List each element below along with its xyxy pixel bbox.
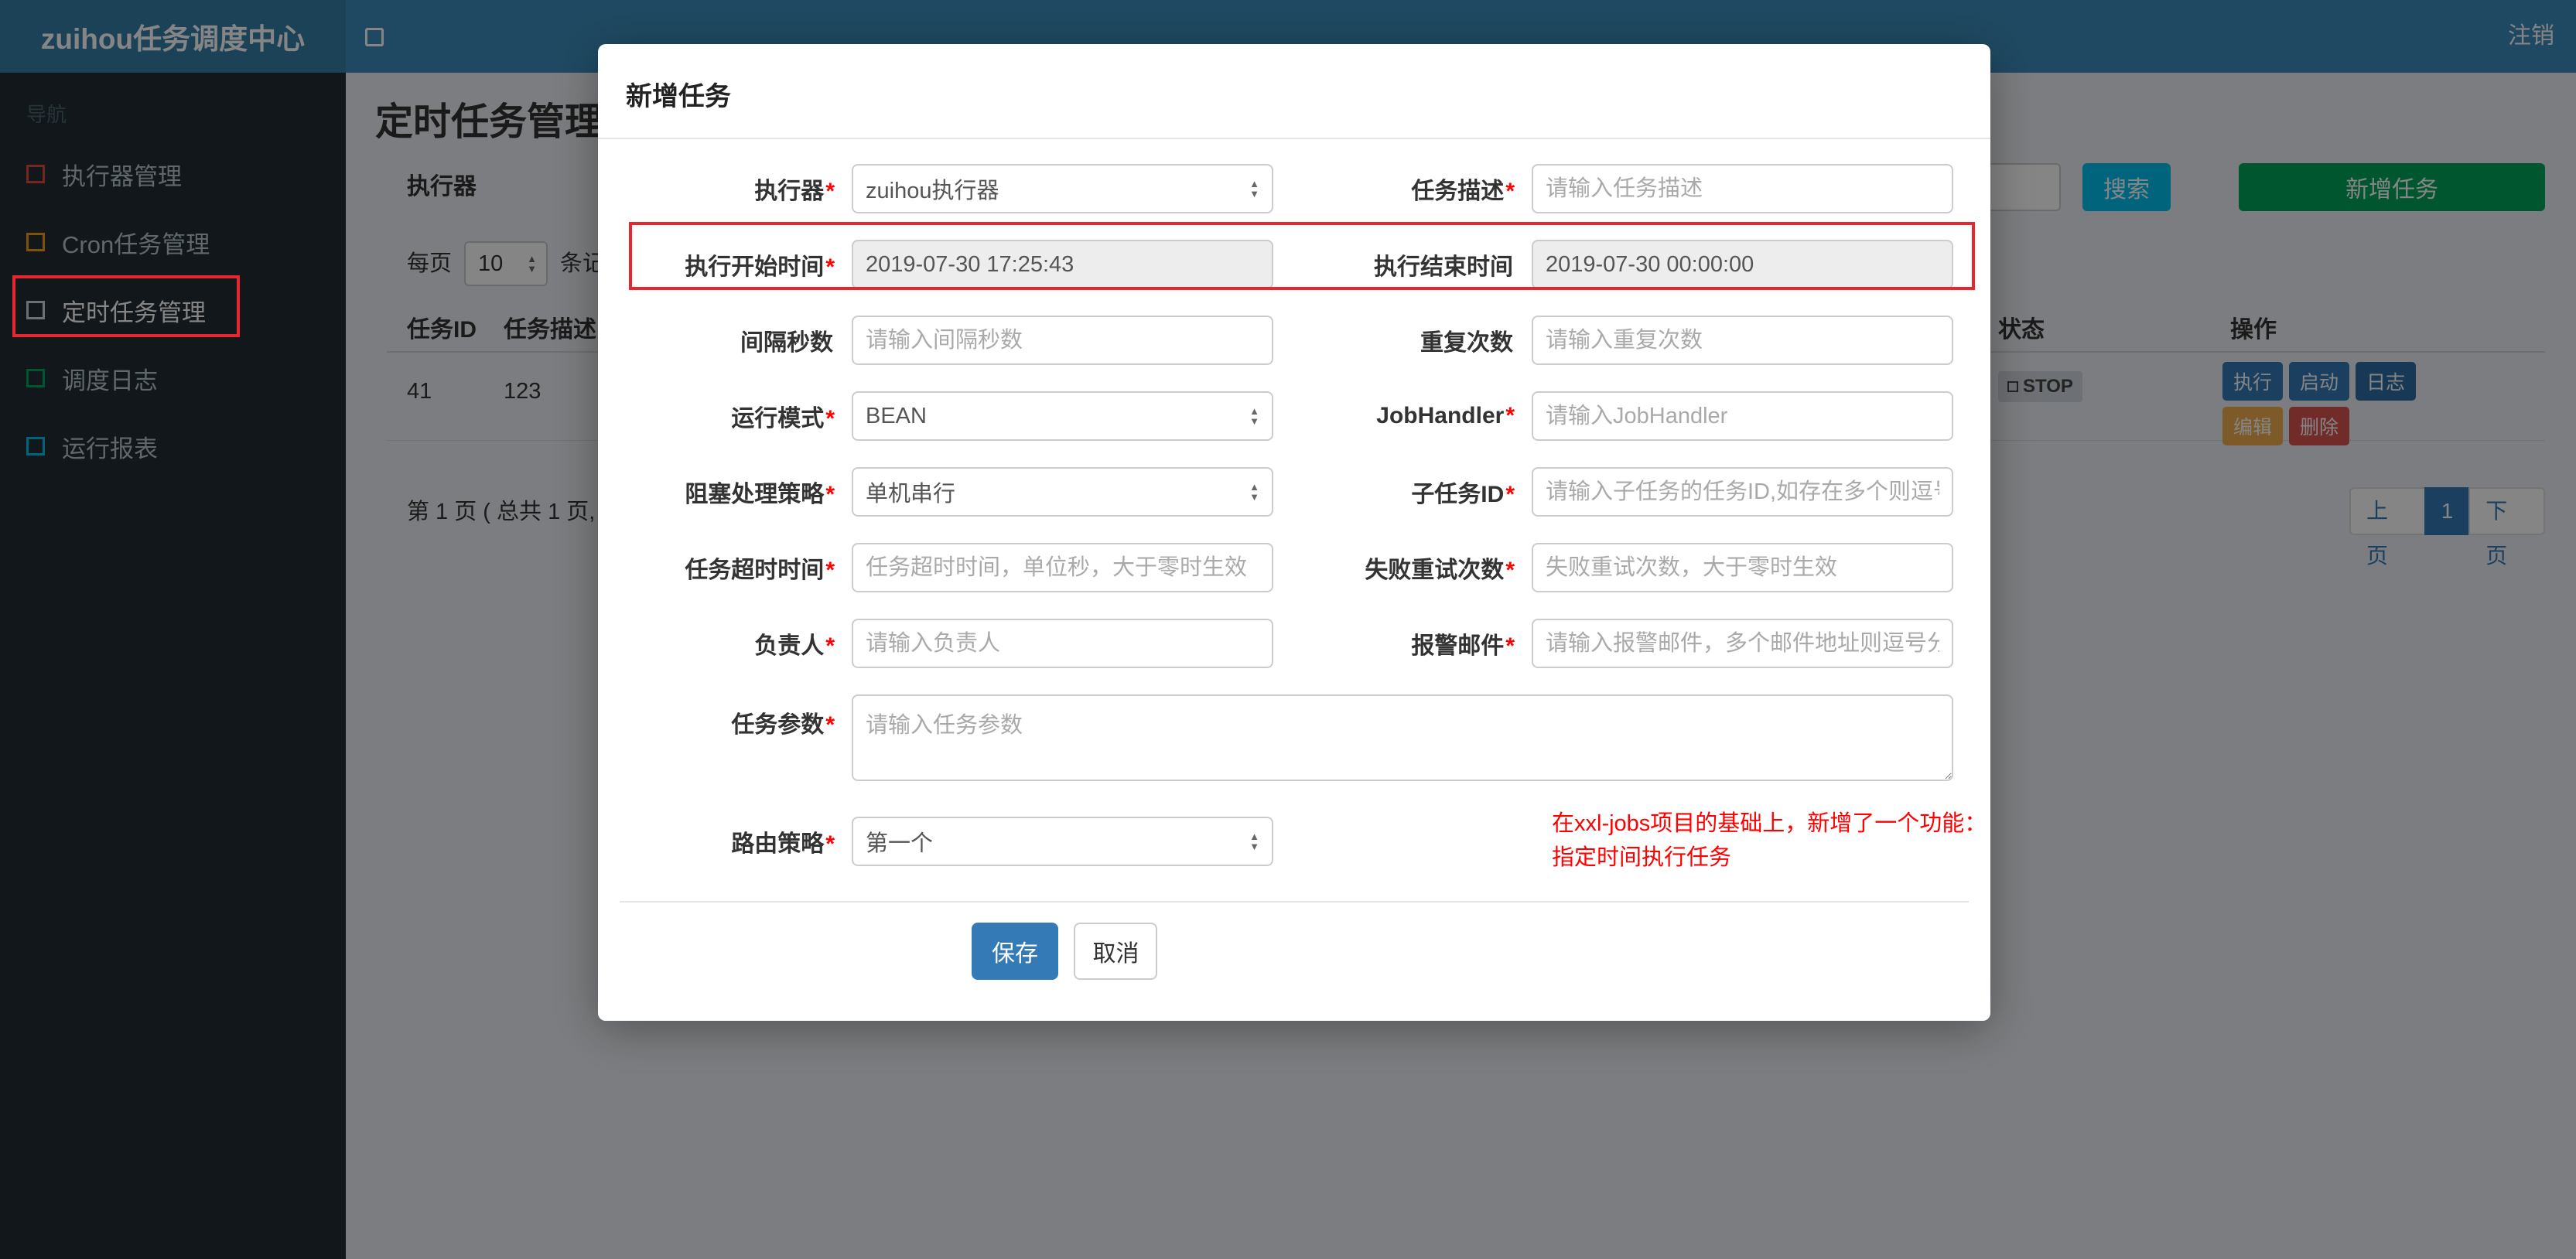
job-handler-input[interactable]	[1532, 391, 1953, 441]
required-asterisk: *	[1505, 482, 1515, 507]
block-strategy-select[interactable]: 单机串行	[852, 467, 1273, 517]
required-asterisk: *	[825, 633, 835, 659]
start-time-input[interactable]	[852, 240, 1273, 289]
required-asterisk: *	[825, 254, 835, 280]
feature-note: 在xxl-jobs项目的基础上，新增了一个功能： 指定时间执行任务	[1532, 807, 1987, 875]
form-row: 执行器* zuihou执行器 任务描述*	[620, 164, 1969, 213]
select-caret-icon	[1249, 406, 1259, 426]
start-time-label: 执行开始时间*	[685, 254, 835, 280]
form-row: 任务参数*	[620, 694, 1969, 781]
fail-retry-input[interactable]	[1532, 543, 1953, 592]
job-handler-label: JobHandler*	[1376, 403, 1515, 428]
form-row: 阻塞处理策略* 单机串行 子任务ID*	[620, 467, 1969, 517]
alarm-email-input[interactable]	[1532, 619, 1953, 668]
required-asterisk: *	[825, 558, 835, 583]
timeout-input[interactable]	[852, 543, 1273, 592]
form-row: 间隔秒数 重复次数	[620, 316, 1969, 365]
required-asterisk: *	[825, 179, 835, 204]
required-asterisk: *	[1505, 179, 1515, 204]
owner-label: 负责人*	[754, 633, 835, 659]
end-time-input[interactable]	[1532, 240, 1953, 289]
select-caret-icon	[1249, 482, 1259, 502]
required-asterisk: *	[1505, 403, 1515, 428]
job-param-textarea[interactable]	[852, 694, 1953, 781]
route-strategy-select[interactable]: 第一个	[852, 816, 1273, 866]
cancel-button[interactable]: 取消	[1074, 923, 1158, 980]
select-caret-icon	[1249, 831, 1259, 851]
required-asterisk: *	[825, 406, 835, 432]
block-strategy-label: 阻塞处理策略*	[685, 482, 835, 507]
modal-body: 执行器* zuihou执行器 任务描述* 执行开始时间* 执行结束时间 间隔秒数…	[598, 139, 1990, 980]
required-asterisk: *	[825, 482, 835, 507]
feature-note-line2: 指定时间执行任务	[1552, 844, 1732, 870]
executor-select[interactable]: zuihou执行器	[852, 164, 1273, 213]
route-strategy-label: 路由策略*	[731, 831, 835, 857]
repeat-count-label: 重复次数	[1420, 330, 1513, 356]
form-row: 任务超时时间* 失败重试次数*	[620, 543, 1969, 592]
fail-retry-label: 失败重试次数*	[1365, 558, 1515, 583]
end-time-label: 执行结束时间	[1374, 254, 1513, 280]
job-param-label: 任务参数*	[731, 712, 835, 738]
form-row: 运行模式* BEAN JobHandler*	[620, 391, 1969, 441]
owner-input[interactable]	[852, 619, 1273, 668]
interval-input[interactable]	[852, 316, 1273, 365]
select-caret-icon	[1249, 179, 1259, 199]
form-row: 执行开始时间* 执行结束时间	[620, 240, 1969, 289]
required-asterisk: *	[825, 712, 835, 738]
timeout-label: 任务超时时间*	[685, 558, 835, 583]
child-job-id-input[interactable]	[1532, 467, 1953, 517]
modal-footer: 保存 取消	[620, 902, 1969, 980]
run-mode-select-value: BEAN	[866, 403, 927, 428]
save-button[interactable]: 保存	[972, 923, 1058, 980]
run-mode-select[interactable]: BEAN	[852, 391, 1273, 441]
modal-title: 新增任务	[598, 44, 1990, 139]
add-task-modal: 新增任务 执行器* zuihou执行器 任务描述* 执行开始时间* 执行结束时间…	[598, 44, 1990, 1021]
run-mode-label: 运行模式*	[731, 406, 835, 432]
executor-label: 执行器*	[754, 179, 835, 204]
repeat-count-input[interactable]	[1532, 316, 1953, 365]
feature-note-line1: 在xxl-jobs项目的基础上，新增了一个功能：	[1552, 811, 1987, 836]
form-row: 路由策略* 第一个 在xxl-jobs项目的基础上，新增了一个功能： 指定时间执…	[620, 807, 1987, 875]
child-job-id-label: 子任务ID*	[1411, 482, 1515, 507]
form-row: 负责人* 报警邮件*	[620, 619, 1969, 668]
required-asterisk: *	[825, 831, 835, 857]
alarm-email-label: 报警邮件*	[1411, 633, 1515, 659]
required-asterisk: *	[1505, 558, 1515, 583]
block-strategy-select-value: 单机串行	[866, 482, 956, 507]
executor-select-value: zuihou执行器	[866, 179, 999, 203]
interval-label: 间隔秒数	[740, 330, 833, 356]
route-strategy-select-value: 第一个	[866, 831, 934, 856]
required-asterisk: *	[1505, 633, 1515, 659]
task-desc-input[interactable]	[1532, 164, 1953, 213]
task-desc-label: 任务描述*	[1411, 179, 1515, 204]
